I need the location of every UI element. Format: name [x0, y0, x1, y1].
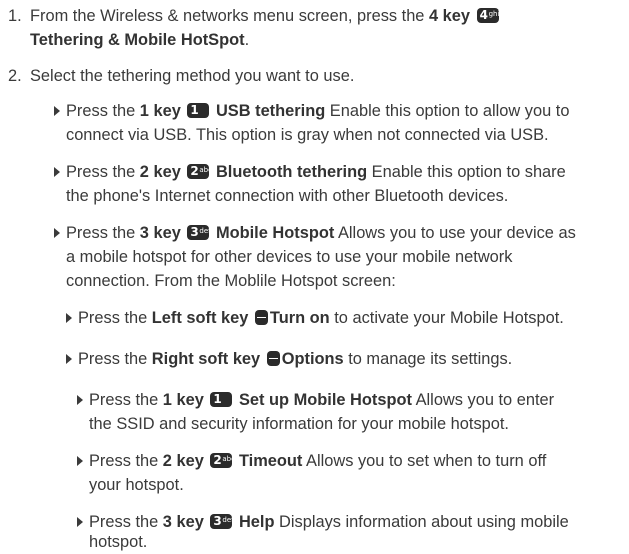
bullet-arrow-icon	[54, 167, 60, 177]
left-softkey-icon	[254, 310, 268, 325]
step-1-line-2: Tethering & Mobile HotSpot.	[30, 28, 249, 52]
step-1-line-1: From the Wireless & networks menu screen…	[30, 4, 501, 28]
keypad-4-icon: 4 ghi	[476, 8, 499, 23]
method-hotspot-line-3: connection. From the Moblile Hotspot scr…	[66, 272, 396, 290]
option-name: Timeout	[238, 452, 303, 470]
step-2-line: Select the tethering method you want to …	[30, 67, 355, 85]
option-name: Bluetooth tethering	[215, 163, 368, 181]
bullet-arrow-icon	[66, 313, 72, 323]
option-name: Turn on	[269, 309, 330, 327]
option-setup-line-2: the SSID and security information for yo…	[89, 415, 509, 433]
option-name: Help	[238, 513, 275, 531]
keypad-1-icon: 1	[210, 392, 233, 407]
option-timeout-line-2: your hotspot.	[89, 476, 184, 494]
menu-item-name: Tethering & Mobile HotSpot	[30, 31, 245, 49]
method-bluetooth-line-1: Press the 2 key 2 abc Bluetooth tethering…	[66, 163, 566, 181]
key-name: Right soft key	[151, 350, 261, 368]
bullet-arrow-icon	[54, 106, 60, 116]
right-softkey-line: Press the Right soft key Options to mana…	[78, 350, 513, 368]
option-setup-line-1: Press the 1 key 1 Set up Mobile Hotspot …	[89, 391, 555, 409]
step-number: 2.	[8, 67, 22, 85]
bullet-arrow-icon	[77, 395, 83, 405]
step-text: From the Wireless & networks menu screen…	[30, 7, 429, 25]
bullet-arrow-icon	[77, 456, 83, 466]
method-hotspot-line-2: a mobile hotspot for other devices to us…	[66, 248, 513, 266]
method-usb-line-2: connect via USB. This option is gray whe…	[66, 126, 549, 144]
keypad-3-icon: 3 def	[210, 514, 234, 529]
option-help-line-2: hotspot.	[89, 533, 148, 551]
left-softkey-line: Press the Left soft key Turn on to activ…	[78, 309, 564, 327]
manual-page: 1. From the Wireless & networks menu scr…	[0, 0, 629, 552]
option-name: Set up Mobile Hotspot	[238, 391, 412, 409]
bullet-arrow-icon	[77, 517, 83, 527]
method-bluetooth-line-2: the phone's Internet connection with oth…	[66, 187, 509, 205]
key-name: 4 key	[428, 7, 471, 25]
option-help-line-1: Press the 3 key 3 def Help Displays infor…	[89, 513, 569, 531]
bullet-arrow-icon	[54, 228, 60, 238]
option-timeout-line-1: Press the 2 key 2 abc Timeout Allows you …	[89, 452, 547, 470]
keypad-1-icon: 1	[187, 103, 210, 118]
step-text: .	[244, 31, 250, 49]
option-name: Options	[281, 350, 344, 368]
option-name: Mobile Hotspot	[215, 224, 335, 242]
keypad-2-icon: 2 abc	[210, 453, 235, 468]
method-hotspot-line-1: Press the 3 key 3 def Mobile Hotspot Allo…	[66, 224, 576, 242]
key-name: Left soft key	[151, 309, 249, 327]
keypad-3-icon: 3 def	[187, 225, 211, 240]
right-softkey-icon	[266, 351, 280, 366]
keypad-2-icon: 2 abc	[187, 164, 212, 179]
option-name: USB tethering	[215, 102, 326, 120]
method-usb-line-1: Press the 1 key 1 USB tethering Enable t…	[66, 102, 570, 120]
step-number: 1.	[8, 7, 22, 25]
bullet-arrow-icon	[66, 354, 72, 364]
